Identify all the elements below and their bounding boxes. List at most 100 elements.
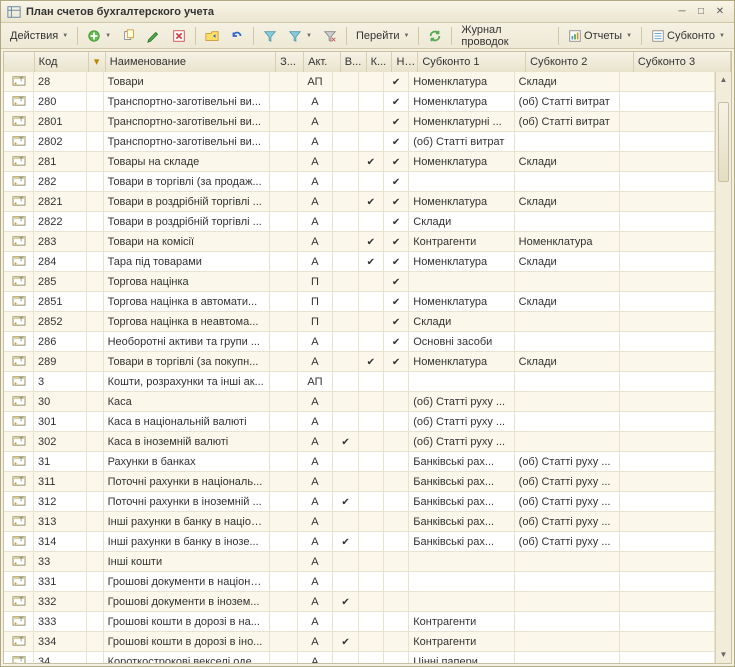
col-n[interactable]: Н... xyxy=(392,52,418,72)
row-icon: T xyxy=(4,72,34,92)
maximize-button[interactable]: □ xyxy=(693,5,709,19)
filter2-button[interactable]: ▼ xyxy=(283,26,317,46)
col-code[interactable]: Код xyxy=(34,52,88,72)
cell-k xyxy=(358,172,383,192)
cell-s1 xyxy=(409,552,514,572)
table-row[interactable]: T2821Товари в роздрібній торгівлі ...АНо… xyxy=(4,192,715,212)
table-row[interactable]: T280Транспортно-заготівельні ви...АНомен… xyxy=(4,92,715,112)
col-icon[interactable] xyxy=(4,52,34,72)
cell-name: Торгова націнка в неавтома... xyxy=(103,312,270,332)
move-button[interactable] xyxy=(200,26,224,46)
folder-arrow-icon xyxy=(205,29,219,43)
cell-s1: Номенклатура xyxy=(409,352,514,372)
table-row[interactable]: T30КасаА(об) Статті руху ... xyxy=(4,392,715,412)
cell-sub xyxy=(86,212,103,232)
table-row[interactable]: T301Каса в національній валютіА(об) Стат… xyxy=(4,412,715,432)
table-row[interactable]: T289Товари в торгівлі (за покупн...АНоме… xyxy=(4,352,715,372)
table-row[interactable]: T3Кошти, розрахунки та інші ак...АП xyxy=(4,372,715,392)
x-icon xyxy=(172,29,186,43)
table-row[interactable]: T31Рахунки в банкахАБанківські рах...(об… xyxy=(4,452,715,472)
table-row[interactable]: T34Короткострокові векселі оде...АЦінні … xyxy=(4,652,715,664)
filter-clear-button[interactable] xyxy=(318,26,342,46)
col-akt[interactable]: Акт. xyxy=(304,52,341,72)
table-row[interactable]: T2802Транспортно-заготівельні ви...А(об)… xyxy=(4,132,715,152)
col-k[interactable]: К... xyxy=(366,52,392,72)
journal-label: Журнал проводок xyxy=(461,24,549,48)
cell-akt: А xyxy=(297,212,333,232)
list-icon xyxy=(651,29,665,43)
cell-z xyxy=(270,92,297,112)
cell-akt: А xyxy=(297,612,333,632)
actions-menu[interactable]: Действия▼ xyxy=(5,26,73,46)
cell-v xyxy=(333,132,358,152)
cell-z xyxy=(270,312,297,332)
table-row[interactable]: T302Каса в іноземній валютіА(об) Статті … xyxy=(4,432,715,452)
cell-k xyxy=(358,132,383,152)
delete-button[interactable] xyxy=(167,26,191,46)
table-row[interactable]: T2851Торгова націнка в автомати...ПНомен… xyxy=(4,292,715,312)
toolbar: Действия▼ ▼ ▼ Перейти▼ Журнал проводок О… xyxy=(1,23,734,49)
table-row[interactable]: T2822Товари в роздрібній торгівлі ...АСк… xyxy=(4,212,715,232)
table-row[interactable]: T281Товары на складеАНоменклатураСклади xyxy=(4,152,715,172)
filter1-button[interactable] xyxy=(258,26,282,46)
col-s1[interactable]: Субконто 1 xyxy=(418,52,526,72)
col-sort[interactable]: ▾ xyxy=(88,52,105,72)
col-name[interactable]: Наименование xyxy=(105,52,275,72)
refresh-button[interactable] xyxy=(423,26,447,46)
cell-s1 xyxy=(409,572,514,592)
table-row[interactable]: T331Грошові документи в націона...А xyxy=(4,572,715,592)
close-button[interactable]: ✕ xyxy=(712,5,728,19)
cell-sub xyxy=(86,412,103,432)
table-row[interactable]: T282Товари в торгівлі (за продаж...А xyxy=(4,172,715,192)
copy-button[interactable] xyxy=(117,26,141,46)
cell-n xyxy=(383,312,408,332)
subkonto-menu[interactable]: Субконто▼ xyxy=(646,26,730,46)
cell-s1: Банківські рах... xyxy=(409,512,514,532)
undo-button[interactable] xyxy=(225,26,249,46)
col-z[interactable]: З... xyxy=(276,52,304,72)
table-row[interactable]: T313Інші рахунки в банку в націон...АБан… xyxy=(4,512,715,532)
table-row[interactable]: T28ТовариАПНоменклатураСклади xyxy=(4,72,715,92)
cell-s3 xyxy=(620,492,715,512)
journal-button[interactable]: Журнал проводок xyxy=(456,26,554,46)
table-row[interactable]: T332Грошові документи в інозем...А xyxy=(4,592,715,612)
scroll-thumb[interactable] xyxy=(718,102,729,182)
cell-n xyxy=(383,332,408,352)
scroll-down-icon[interactable]: ▼ xyxy=(716,647,731,663)
table-row[interactable]: T2852Торгова націнка в неавтома...ПСклад… xyxy=(4,312,715,332)
cell-code: 312 xyxy=(34,492,87,512)
refresh-icon xyxy=(428,29,442,43)
table-row[interactable]: T285Торгова націнкаП xyxy=(4,272,715,292)
cell-z xyxy=(270,432,297,452)
table-row[interactable]: T33Інші коштиА xyxy=(4,552,715,572)
minimize-button[interactable]: ─ xyxy=(674,5,690,19)
col-v[interactable]: В... xyxy=(340,52,366,72)
table-row[interactable]: T2801Транспортно-заготівельні ви...АНоме… xyxy=(4,112,715,132)
table-row[interactable]: T283Товари на комісіїАКонтрагентиНоменкл… xyxy=(4,232,715,252)
edit-button[interactable] xyxy=(142,26,166,46)
cell-code: 28 xyxy=(34,72,87,92)
cell-sub xyxy=(86,392,103,412)
cell-s1: (об) Статті руху ... xyxy=(409,412,514,432)
cell-s2 xyxy=(514,612,619,632)
go-menu[interactable]: Перейти▼ xyxy=(351,26,415,46)
reports-menu[interactable]: Отчеты▼ xyxy=(563,26,637,46)
vertical-scrollbar[interactable]: ▲ ▼ xyxy=(715,72,731,663)
cell-s1: Номенклатурні ... xyxy=(409,112,514,132)
col-s2[interactable]: Субконто 2 xyxy=(526,52,634,72)
table-row[interactable]: T286Необоротні активи та групи ...АОснов… xyxy=(4,332,715,352)
col-s3[interactable]: Субконто 3 xyxy=(633,52,730,72)
cell-n xyxy=(383,592,408,612)
table-row[interactable]: T314Інші рахунки в банку в інозе...АБанк… xyxy=(4,532,715,552)
table-row[interactable]: T311Поточні рахунки в національ...АБанкі… xyxy=(4,472,715,492)
scroll-up-icon[interactable]: ▲ xyxy=(716,72,731,88)
table-row[interactable]: T312Поточні рахунки в іноземній ...АБанк… xyxy=(4,492,715,512)
add-button[interactable]: ▼ xyxy=(82,26,116,46)
cell-z xyxy=(270,472,297,492)
table-row[interactable]: T334Грошові кошти в дорозі в іно...АКонт… xyxy=(4,632,715,652)
cell-z xyxy=(270,252,297,272)
table-row[interactable]: T284Тара під товарамиАНоменклатураСклади xyxy=(4,252,715,272)
cell-s3 xyxy=(620,312,715,332)
cell-s3 xyxy=(620,192,715,212)
table-row[interactable]: T333Грошові кошти в дорозі в на...АКонтр… xyxy=(4,612,715,632)
